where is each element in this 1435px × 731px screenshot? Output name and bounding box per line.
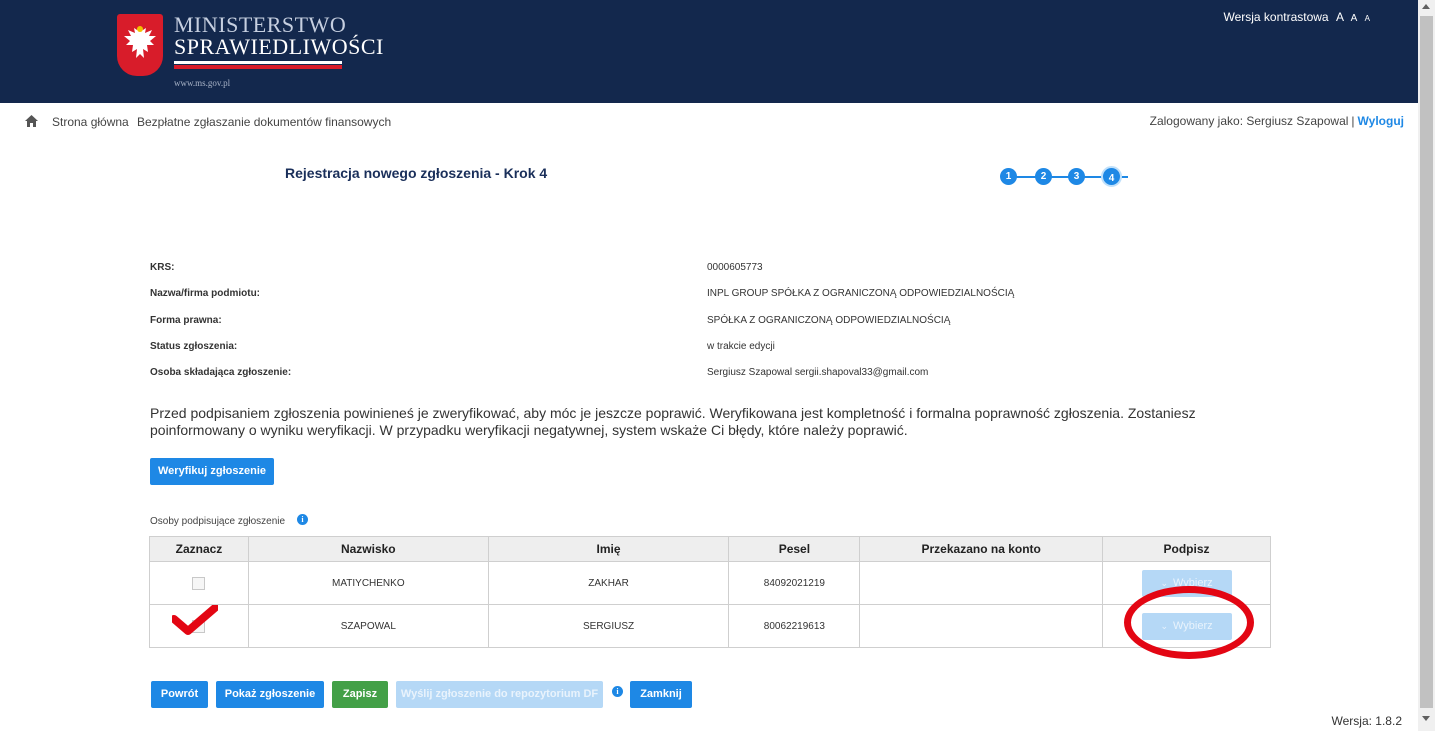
transferred-cell <box>859 604 1104 648</box>
logged-as-label: Zalogowany jako: Sergiusz Szapowal <box>1149 114 1349 128</box>
eagle-emblem-icon[interactable] <box>117 14 163 76</box>
krs-label: KRS: <box>150 262 175 273</box>
breadcrumb-home-link[interactable]: Strona główna <box>52 115 129 129</box>
col-sign: Podpisz <box>1102 536 1271 562</box>
step-indicator: 1 2 3 4 <box>1000 166 1150 188</box>
col-transferred: Przekazano na konto <box>859 536 1104 562</box>
company-name-label: Nazwa/firma podmiotu: <box>150 288 261 299</box>
status-label: Status zgłoszenia: <box>150 341 238 352</box>
legal-form-label: Forma prawna: <box>150 315 222 326</box>
user-info: Zalogowany jako: Sergiusz Szapowal | Wylog… <box>1150 114 1404 128</box>
font-size-small[interactable]: A <box>1365 14 1370 23</box>
pesel-cell: 80062219613 <box>728 604 861 648</box>
verification-notice: Przed podpisaniem zgłoszenia powinieneś … <box>150 405 1196 438</box>
col-surname: Nazwisko <box>247 536 489 562</box>
step-3: 3 <box>1068 168 1085 185</box>
home-icon[interactable] <box>25 115 38 127</box>
font-size-medium[interactable]: A <box>1351 13 1358 24</box>
close-button[interactable]: Zamknij <box>630 681 692 708</box>
select-checkbox[interactable] <box>192 576 206 590</box>
logout-link[interactable]: Wyloguj <box>1358 114 1404 128</box>
send-to-repository-button[interactable]: Wyślij zgłoszenie do repozytorium DF <box>396 681 603 708</box>
table-row: MATIYCHENKO ZAKHAR 84092021219 ⌄ Wybierz <box>149 561 1271 605</box>
send-info-icon[interactable]: i <box>612 686 623 697</box>
accessibility-controls: Wersja kontrastowa A A A <box>1223 10 1370 24</box>
col-name: Imię <box>487 536 730 562</box>
logo-stripe-white <box>174 61 342 64</box>
signers-info-icon[interactable]: i <box>297 514 308 525</box>
show-submission-button[interactable]: Pokaż zgłoszenie <box>216 681 324 708</box>
status-value: w trakcie edycji <box>707 341 775 352</box>
save-button[interactable]: Zapisz <box>332 681 388 708</box>
back-button[interactable]: Powrót <box>151 681 208 708</box>
page-title: Rejestracja nowego zgłoszenia - Krok 4 <box>285 165 548 181</box>
step-1: 1 <box>1000 168 1017 185</box>
col-pesel: Pesel <box>728 536 861 562</box>
site-header: MINISTERSTWO SPRAWIEDLIWOŚCI www.ms.gov.… <box>0 0 1418 103</box>
breadcrumb-current[interactable]: Bezpłatne zgłaszanie dokumentów finansow… <box>137 115 391 129</box>
company-name-value: INPL GROUP SPÓŁKA Z OGRANICZONĄ ODPOWIED… <box>707 288 1015 299</box>
step-4-current: 4 <box>1101 166 1122 187</box>
name-cell: SERGIUSZ <box>487 604 730 648</box>
breadcrumb: Strona główna Bezpłatne zgłaszanie dokum… <box>0 112 1418 132</box>
verify-button[interactable]: Weryfikuj zgłoszenie <box>150 458 274 485</box>
separator: | <box>1351 114 1355 128</box>
logo-stripe-red <box>174 65 342 69</box>
submitter-label: Osoba składająca zgłoszenie: <box>150 367 292 378</box>
surname-cell: SZAPOWAL <box>247 604 489 648</box>
signers-section-label: Osoby podpisujące zgłoszenie <box>150 516 286 527</box>
font-size-large[interactable]: A <box>1336 10 1343 24</box>
red-checkmark-annotation-icon <box>172 605 218 635</box>
legal-form-value: SPÓŁKA Z OGRANICZONĄ ODPOWIEDZIALNOŚCIĄ <box>707 315 951 326</box>
contrast-toggle[interactable]: Wersja kontrastowa <box>1223 10 1328 24</box>
scroll-thumb[interactable] <box>1420 16 1433 708</box>
table-row: SZAPOWAL SERGIUSZ 80062219613 ⌄ Wybierz <box>149 604 1271 648</box>
select-cell <box>149 561 249 605</box>
surname-cell: MATIYCHENKO <box>247 561 489 605</box>
name-cell: ZAKHAR <box>487 561 730 605</box>
krs-value: 0000605773 <box>707 262 763 273</box>
submitter-value: Sergiusz Szapowal sergii.shapoval33@gmai… <box>707 367 929 378</box>
version-label: Wersja: 1.8.2 <box>1331 714 1402 728</box>
scroll-down-arrow-icon[interactable] <box>1422 716 1430 721</box>
signers-table: Zaznacz Nazwisko Imię Pesel Przekazano n… <box>149 536 1271 648</box>
table-header-row: Zaznacz Nazwisko Imię Pesel Przekazano n… <box>149 536 1271 562</box>
logo-title-line2[interactable]: SPRAWIEDLIWOŚCI <box>174 34 384 60</box>
transferred-cell <box>859 561 1104 605</box>
logo-url[interactable]: www.ms.gov.pl <box>174 78 230 88</box>
scroll-up-arrow-icon[interactable] <box>1422 4 1430 9</box>
red-circle-annotation <box>1124 586 1254 659</box>
vertical-scrollbar[interactable] <box>1418 0 1435 731</box>
pesel-cell: 84092021219 <box>728 561 861 605</box>
col-select: Zaznacz <box>149 536 249 562</box>
step-2: 2 <box>1035 168 1052 185</box>
chevron-down-icon: ⌄ <box>1160 577 1168 588</box>
